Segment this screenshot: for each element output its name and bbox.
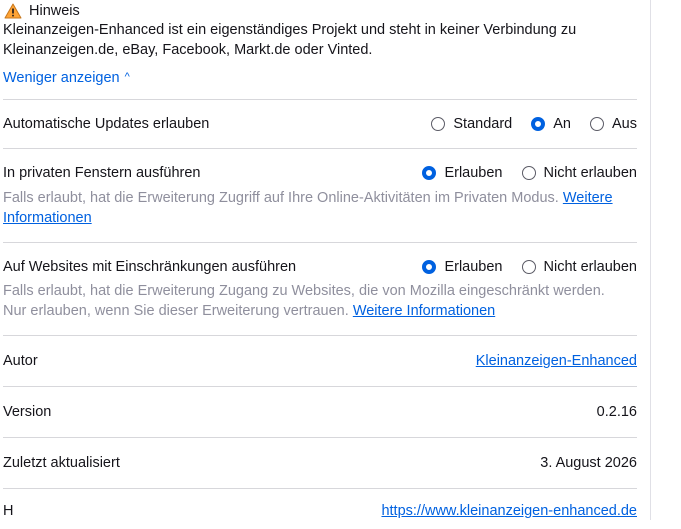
radio-label: Aus — [612, 116, 637, 132]
radio-label: Erlauben — [444, 165, 503, 181]
author-link[interactable]: Kleinanzeigen-Enhanced — [476, 353, 637, 369]
radio-button[interactable] — [422, 166, 437, 180]
updates-radio-on[interactable]: An — [531, 116, 571, 132]
restricted-radio-group: Erlauben Nicht erlauben — [422, 259, 637, 275]
homepage-row: H https://www.kleinanzeigen-enhanced.de — [3, 488, 637, 529]
restricted-radio-deny[interactable]: Nicht erlauben — [521, 259, 638, 275]
version-row: Version 0.2.16 — [3, 386, 637, 437]
homepage-label: H — [3, 503, 14, 519]
last-updated-row: Zuletzt aktualisiert 3. August 2026 — [3, 437, 637, 488]
updates-label: Automatische Updates erlauben — [3, 116, 210, 132]
radio-button[interactable] — [422, 260, 437, 274]
last-updated-value: 3. August 2026 — [540, 455, 637, 471]
author-row: Autor Kleinanzeigen-Enhanced — [3, 335, 637, 386]
addon-details: Hinweis Kleinanzeigen-Enhanced ist ein e… — [3, 0, 637, 529]
radio-button[interactable] — [531, 117, 546, 131]
restricted-more-info-link[interactable]: Weitere Informationen — [353, 303, 495, 319]
restricted-desc-line: Falls erlaubt, hat die Erweiterung Zugan… — [3, 283, 605, 299]
restricted-desc-line2: Nur erlauben, wenn Sie dieser Erweiterun… — [3, 301, 637, 321]
private-radio-group: Erlauben Nicht erlauben — [422, 165, 637, 181]
chevron-up-icon: ^ — [124, 71, 130, 83]
notice-header: Hinweis — [3, 2, 637, 20]
version-label: Version — [3, 404, 52, 420]
radio-label: Standard — [453, 116, 513, 132]
link-text: Informationen — [3, 210, 92, 226]
restricted-description: Falls erlaubt, hat die Erweiterung Zugan… — [3, 281, 637, 335]
author-label: Autor — [3, 353, 38, 369]
homepage-link[interactable]: https://www.kleinanzeigen-enhanced.de — [381, 503, 637, 519]
restricted-desc-text: Nur erlauben, wenn Sie dieser Erweiterun… — [3, 303, 349, 319]
radio-label: An — [553, 116, 571, 132]
updates-radio-standard[interactable]: Standard — [431, 116, 512, 132]
radio-label: Nicht erlauben — [543, 259, 638, 275]
private-radio-allow[interactable]: Erlauben — [422, 165, 503, 181]
radio-button[interactable] — [521, 166, 536, 180]
panel-divider — [650, 0, 651, 520]
notice-text-line: Kleinanzeigen-Enhanced ist ein eigenstän… — [3, 22, 577, 38]
restricted-row: Auf Websites mit Einschränkungen ausführ… — [3, 242, 637, 335]
private-row: In privaten Fenstern ausführen Erlauben … — [3, 148, 637, 242]
updates-radio-group: Standard An Aus — [431, 116, 637, 132]
link-text: Weitere — [562, 190, 613, 206]
restricted-label: Auf Websites mit Einschränkungen ausführ… — [3, 259, 297, 275]
radio-button[interactable] — [431, 117, 446, 131]
updates-row: Automatische Updates erlauben Standard A… — [3, 99, 637, 148]
radio-label: Nicht erlauben — [543, 165, 638, 181]
notice-box: Hinweis Kleinanzeigen-Enhanced ist ein e… — [3, 0, 637, 88]
radio-button[interactable] — [521, 260, 536, 274]
restricted-radio-allow[interactable]: Erlauben — [422, 259, 503, 275]
notice-title: Hinweis — [29, 3, 80, 19]
notice-text-line: Kleinanzeigen.de, eBay, Facebook, Markt.… — [3, 42, 373, 58]
warning-icon — [4, 3, 22, 19]
private-description: Falls erlaubt, hat die Erweiterung Zugri… — [3, 188, 637, 242]
private-label: In privaten Fenstern ausführen — [3, 165, 201, 181]
show-less-link[interactable]: Weniger anzeigen ^ — [3, 68, 130, 88]
last-updated-label: Zuletzt aktualisiert — [3, 455, 120, 471]
updates-radio-off[interactable]: Aus — [590, 116, 637, 132]
radio-label: Erlauben — [444, 259, 503, 275]
private-radio-deny[interactable]: Nicht erlauben — [521, 165, 638, 181]
notice-text: Kleinanzeigen-Enhanced ist ein eigenstän… — [3, 20, 637, 60]
private-desc-text: Falls erlaubt, hat die Erweiterung Zugri… — [3, 190, 559, 206]
show-less-label: Weniger anzeigen — [3, 70, 120, 86]
version-value: 0.2.16 — [596, 404, 637, 420]
radio-button[interactable] — [590, 117, 604, 131]
